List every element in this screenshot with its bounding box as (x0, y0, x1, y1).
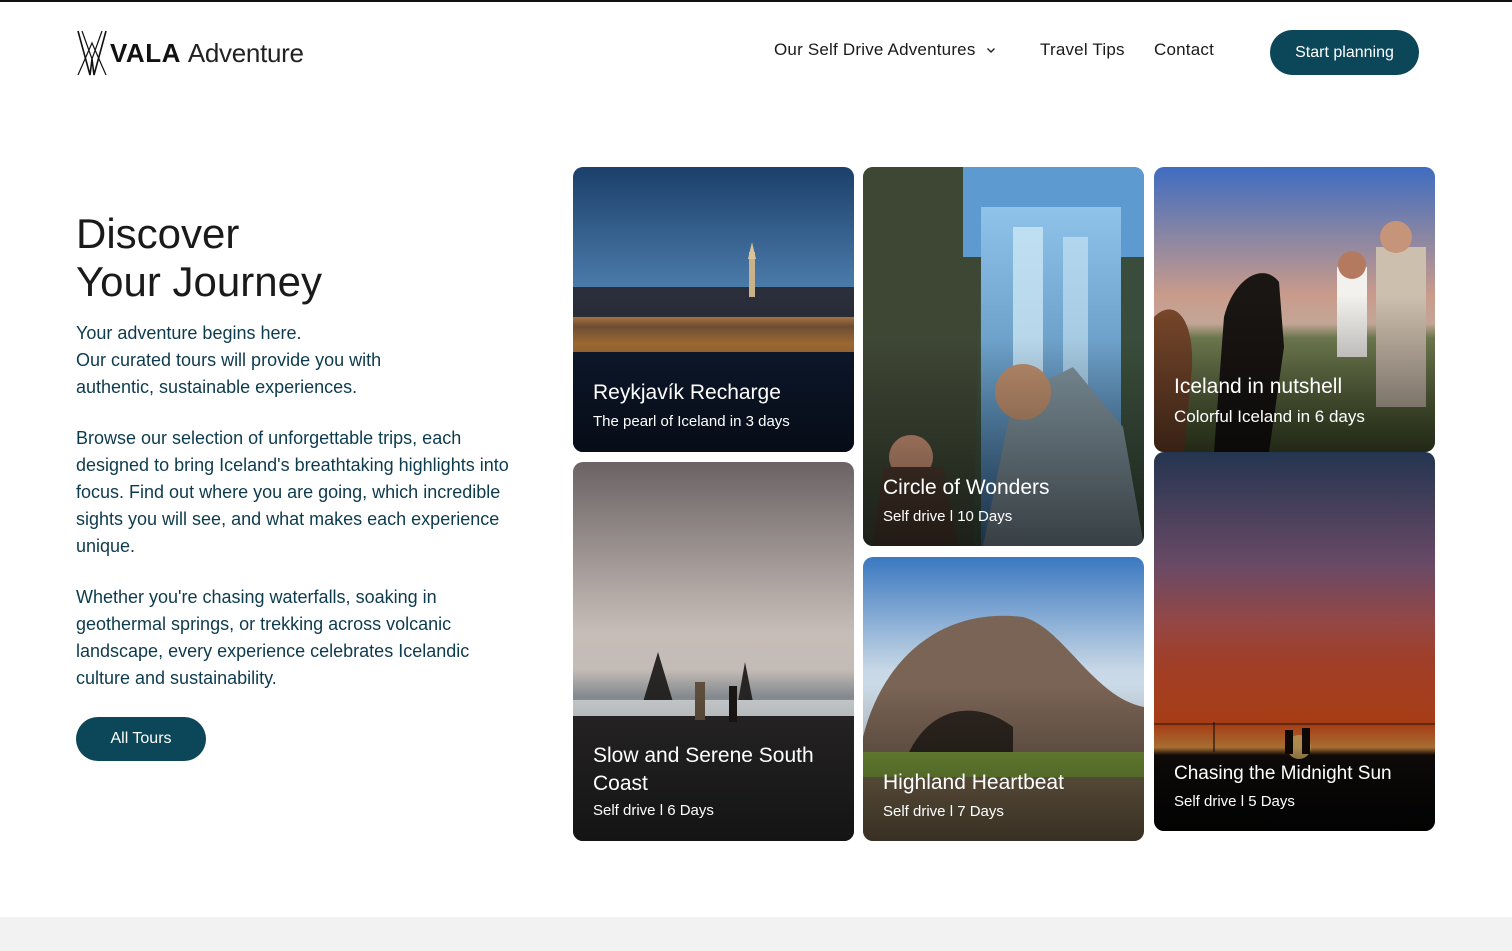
hero-paragraph-2: Browse our selection of unforgettable tr… (76, 428, 509, 556)
tour-title: Reykjavík Recharge (593, 381, 781, 404)
tour-card-reykjavik[interactable]: Reykjavík Recharge The pearl of Iceland … (573, 167, 854, 452)
tour-title: Iceland in nutshell (1174, 375, 1343, 398)
tour-title: Chasing the Midnight Sun (1174, 763, 1392, 784)
tour-card-south-coast[interactable]: Slow and Serene South Coast Self drive l… (573, 462, 854, 841)
hero-title: Discover Your Journey (76, 210, 322, 306)
tour-subtitle: Self drive l 5 Days (1174, 793, 1295, 810)
chevron-down-icon (986, 48, 995, 53)
tour-subtitle: Colorful Iceland in 6 days (1174, 407, 1365, 426)
tour-subtitle: Self drive l 6 Days (593, 802, 714, 819)
logo-secondary-text: Adventure (187, 37, 304, 68)
all-tours-button[interactable]: All Tours (76, 717, 206, 761)
logo-primary-text: VALA (110, 37, 181, 68)
hero-intro-line: Our curated tours will provide you with (76, 350, 382, 370)
tour-title: Highland Heartbeat (883, 771, 1064, 794)
tour-title: Circle of Wonders (883, 476, 1050, 499)
hero-intro: Your adventure begins here. Our curated … (76, 320, 516, 401)
tour-card-midnight-sun[interactable]: Chasing the Midnight Sun Self drive l 5 … (1154, 452, 1435, 831)
nav-travel-tips[interactable]: Travel Tips (1040, 40, 1125, 60)
hero-title-line2: Your Journey (76, 258, 322, 305)
tour-card-iceland-nutshell[interactable]: Iceland in nutshell Colorful Iceland in … (1154, 167, 1435, 452)
site-header: VALA Adventure Our Self Drive Adventures… (0, 2, 1512, 102)
start-planning-button[interactable]: Start planning (1270, 30, 1419, 75)
hero-intro-line: authentic, sustainable experiences. (76, 377, 358, 397)
tour-title: Slow and Serene South Coast (593, 744, 814, 795)
tour-card-highland-heartbeat[interactable]: Highland Heartbeat Self drive l 7 Days (863, 557, 1144, 841)
tour-subtitle: Self drive l 7 Days (883, 803, 1004, 820)
footer-band (0, 917, 1512, 951)
nav-contact[interactable]: Contact (1154, 40, 1214, 60)
hero-intro-line: Your adventure begins here. (76, 323, 302, 343)
nav-adventures-dropdown[interactable]: Our Self Drive Adventures (774, 40, 996, 60)
tour-subtitle: Self drive l 10 Days (883, 508, 1013, 525)
tour-card-circle-of-wonders[interactable]: Circle of Wonders Self drive l 10 Days (863, 167, 1144, 546)
tour-subtitle: The pearl of Iceland in 3 days (593, 413, 790, 430)
hero-title-line1: Discover (76, 210, 240, 257)
nav-adventures-label: Our Self Drive Adventures (774, 40, 976, 59)
logo-mark-icon (77, 30, 107, 76)
logo[interactable]: VALA Adventure (76, 28, 304, 78)
hero-paragraph-3: Whether you're chasing waterfalls, soaki… (76, 587, 470, 688)
